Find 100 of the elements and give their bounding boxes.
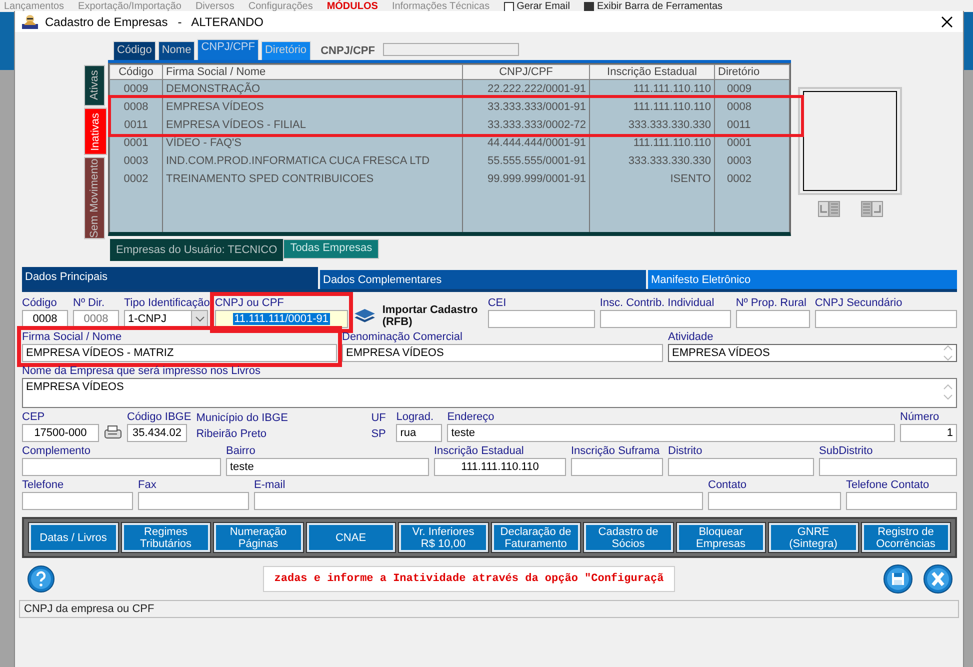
field-label: Fax (138, 479, 158, 491)
tab[interactable]: Empresas do Usuário: TECNICO (110, 239, 284, 261)
close-icon[interactable] (941, 16, 953, 28)
column-header[interactable]: Firma Social / Nome (162, 64, 462, 80)
table-cell: 44.444.444/0001-91 (462, 134, 590, 152)
input-field[interactable] (819, 458, 957, 476)
table-cell: 0002 (110, 170, 162, 188)
table-cell: EMPRESA VÍDEOS (162, 98, 462, 116)
field-label: Distrito (668, 445, 704, 457)
action-button[interactable]: Cadastro de Sócios (584, 523, 672, 552)
action-button[interactable]: Vr. Inferiores R$ 10,00 (399, 523, 488, 552)
action-button[interactable]: Bloquear Empresas (676, 523, 765, 552)
input-field[interactable]: rua (396, 424, 442, 442)
table-cell: 0002 (714, 170, 790, 188)
input-field[interactable]: teste (447, 424, 895, 442)
action-button[interactable]: CNAE (306, 523, 395, 552)
tab[interactable]: Dados Complementares (320, 270, 646, 289)
tab[interactable]: Todas Empresas (283, 239, 380, 259)
message-box: zadas e informe a Inatividade através da opção "Configuraçã (263, 566, 675, 592)
menu-option[interactable]: Exibir Barra de Ferramentas (596, 0, 723, 13)
import-button-label[interactable]: Importar Cadastro (RFB) (382, 304, 483, 328)
field-label: Lograd. (396, 411, 435, 423)
input-field[interactable]: EMPRESA VÍDEOS - MATRIZ (22, 344, 337, 362)
table-cell: ISENTO (590, 170, 714, 188)
input-field[interactable] (571, 458, 663, 476)
menu-item[interactable]: MÓDULOS (326, 0, 378, 13)
input-field[interactable] (600, 310, 731, 328)
sort-tab[interactable]: Código (113, 41, 156, 60)
input-field[interactable] (668, 458, 814, 476)
field-label: Número (900, 411, 940, 423)
action-button[interactable]: GNRE (Sintegra) (769, 523, 858, 552)
tab[interactable]: Dados Principais (22, 267, 318, 289)
help-icon[interactable] (27, 565, 55, 593)
table-cell: 55.555.555/0001-91 (462, 152, 590, 170)
filter-tab[interactable]: Inativas (84, 108, 107, 155)
table-cell: 22.222.222/0001-91 (462, 80, 590, 98)
input-field[interactable]: teste (226, 458, 429, 476)
input-field[interactable]: 1 (900, 424, 957, 442)
action-button[interactable]: Datas / Livros (29, 523, 118, 552)
table-cell: 0001 (110, 134, 162, 152)
field-label: Código (22, 297, 58, 309)
field-label: Complemento (22, 445, 92, 457)
caret-icon[interactable] (194, 316, 204, 322)
field-label: Contato (708, 479, 748, 491)
field-value: SP (371, 428, 387, 440)
menu-option[interactable]: Gerar Email (516, 0, 570, 13)
checkbox[interactable] (504, 2, 514, 12)
input-field[interactable]: 111.111.110.110 (434, 458, 566, 476)
action-button[interactable]: Registro de Ocorrências (862, 523, 950, 552)
table-cell: 0009 (714, 80, 790, 98)
column-header[interactable]: Inscrição Estadual (590, 64, 714, 80)
action-button[interactable]: Regimes Tributários (122, 523, 210, 552)
field-label: Firma Social / Nome (22, 331, 123, 343)
field-label: Telefone (22, 479, 65, 491)
input-field[interactable] (814, 310, 957, 328)
checkbox[interactable] (584, 2, 594, 12)
table-cell: 0003 (714, 152, 790, 170)
input-field[interactable] (22, 458, 221, 476)
table-cell: 0003 (110, 152, 162, 170)
input-field[interactable] (708, 492, 841, 510)
input-field[interactable]: EMPRESA VÍDEOS (22, 378, 957, 408)
sort-tab[interactable]: CNPJ/CPF (197, 39, 259, 60)
sort-tab[interactable]: Nome (158, 41, 196, 60)
input-field[interactable]: EMPRESA VÍDEOS (342, 344, 663, 362)
filter-tab[interactable]: Ativas (84, 65, 105, 106)
search-field[interactable] (382, 43, 519, 56)
input-field[interactable]: 35.434.02 (127, 424, 187, 442)
tab[interactable]: Manifesto Eletrônico (648, 270, 957, 289)
field-label: Tipo Identificação (124, 297, 210, 309)
input-field[interactable] (22, 492, 133, 510)
action-button[interactable]: Declaração de Faturamento (492, 523, 580, 552)
field-label: Nº Dir. (73, 297, 106, 309)
input-field[interactable] (488, 310, 595, 328)
field-label: E-mail (254, 479, 286, 491)
save-icon[interactable] (883, 564, 913, 594)
column-header[interactable]: Diretório (714, 64, 790, 80)
table-cell: 0001 (714, 134, 790, 152)
app-icon (21, 14, 39, 30)
input-field[interactable] (254, 492, 703, 510)
input-field[interactable] (846, 492, 957, 510)
action-button[interactable]: Numeração Páginas (214, 523, 302, 552)
field-label: UF (371, 412, 387, 424)
field-label: Nº Prop. Rural (736, 297, 808, 309)
input-field[interactable] (736, 310, 810, 328)
input-field[interactable] (138, 492, 249, 510)
column-header[interactable]: Código (110, 64, 162, 80)
table-cell: 111.111.110.110 (590, 98, 714, 116)
table-cell: DEMONSTRAÇÃO (162, 80, 462, 98)
field-label: Inscrição Estadual (434, 445, 525, 457)
window-title: Cadastro de Empresas - ALTERANDO (45, 14, 264, 28)
field-label: CEI (488, 297, 508, 309)
table-cell: 111.111.110.110 (590, 80, 714, 98)
filter-tab[interactable]: Sem Movimento (84, 156, 105, 239)
table-cell: 33.333.333/0001-91 (462, 98, 590, 116)
table-cell: 0011 (110, 116, 162, 134)
column-header[interactable]: CNPJ/CPF (462, 64, 590, 80)
close-icon[interactable] (923, 564, 953, 594)
field-label: Município do IBGE (196, 412, 289, 424)
input-field[interactable]: 17500-000 (22, 424, 99, 442)
input-field[interactable]: EMPRESA VÍDEOS (668, 344, 957, 362)
